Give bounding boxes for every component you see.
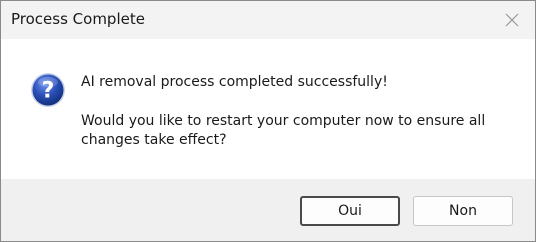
dialog-content: ? AI removal process completed successfu… xyxy=(1,39,535,179)
yes-button[interactable]: Oui xyxy=(300,196,400,226)
svg-text:?: ? xyxy=(42,79,55,104)
message-secondary: Would you like to restart your computer … xyxy=(81,113,486,148)
button-bar: Oui Non xyxy=(1,179,535,241)
close-icon xyxy=(505,13,519,27)
window-title: Process Complete xyxy=(11,10,145,28)
close-button[interactable] xyxy=(489,1,535,39)
message-primary: AI removal process completed successfull… xyxy=(81,74,388,90)
question-icon: ? xyxy=(31,73,65,107)
title-bar[interactable]: Process Complete xyxy=(1,1,535,39)
dialog-window: Process Complete ? AI removal process co… xyxy=(0,0,536,242)
no-button[interactable]: Non xyxy=(413,196,513,226)
